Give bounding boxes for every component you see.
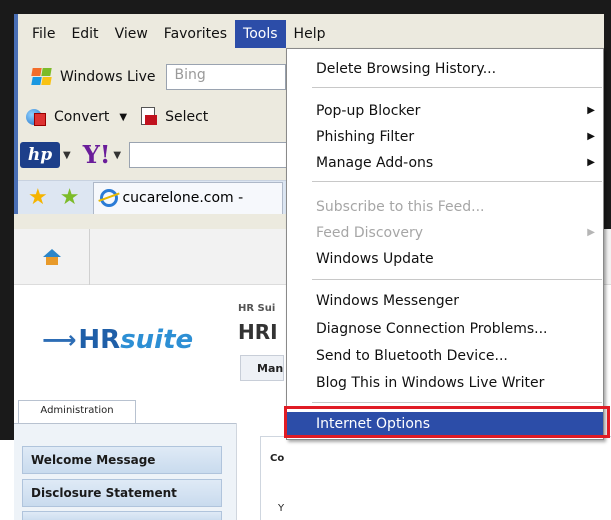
submenu-arrow-icon: ▶ <box>587 227 595 238</box>
hrsuite-logo: ⟶ HR suite <box>42 325 193 355</box>
convert-icon <box>26 107 48 127</box>
page-header-small: HR Sui <box>238 303 276 314</box>
menu-item-windows-update[interactable]: Windows Update <box>287 247 603 271</box>
content-heading: Co <box>270 453 285 464</box>
menu-item-popup-blocker[interactable]: Pop-up Blocker ▶ <box>287 99 603 123</box>
windows-live-label[interactable]: Windows Live <box>60 69 156 85</box>
select-button[interactable]: Select <box>165 109 208 125</box>
windows-live-toolbar: Windows Live Bing <box>18 60 286 94</box>
menu-item-feed-discovery: Feed Discovery ▶ <box>287 221 603 245</box>
chevron-down-icon[interactable]: ▼ <box>113 150 121 161</box>
menu-separator <box>312 279 602 280</box>
chevron-down-icon[interactable]: ▼ <box>63 150 71 161</box>
menu-item-phishing-filter[interactable]: Phishing Filter ▶ <box>287 125 603 149</box>
menu-help[interactable]: Help <box>286 20 334 48</box>
submenu-arrow-icon: ▶ <box>587 105 595 116</box>
tab-title: cucarelone.com - <box>122 190 244 206</box>
logo-suite-text: suite <box>120 325 194 355</box>
ie-page-icon <box>100 189 119 207</box>
submenu-arrow-icon: ▶ <box>587 157 595 168</box>
menu-separator <box>312 181 602 182</box>
home-button[interactable] <box>14 229 90 285</box>
tools-menu: Delete Browsing History... Pop-up Blocke… <box>286 48 604 440</box>
convert-button[interactable]: Convert <box>54 109 109 125</box>
menu-tools[interactable]: Tools <box>235 20 286 48</box>
window-frame-top <box>0 0 611 14</box>
menu-view[interactable]: View <box>107 20 156 48</box>
home-icon <box>42 249 61 265</box>
menu-item-subscribe-feed: Subscribe to this Feed... <box>316 199 485 215</box>
browser-tab[interactable]: cucarelone.com - <box>93 181 284 214</box>
menu-item-delete-browsing-history[interactable]: Delete Browsing History... <box>287 57 603 81</box>
panel-divider <box>236 423 237 520</box>
pdf-toolbar: Convert ▼ Select <box>18 100 208 134</box>
page-title: HRI <box>238 320 278 344</box>
manage-button[interactable]: Man <box>240 355 284 381</box>
menu-bar: File Edit View Favorites Tools Help <box>18 20 598 48</box>
tab-administration[interactable]: Administration <box>18 400 136 424</box>
windows-live-icon <box>31 68 54 86</box>
select-icon <box>139 107 159 127</box>
logo-arrow-icon: ⟶ <box>42 326 77 354</box>
menu-item-manage-add-ons[interactable]: Manage Add-ons ▶ <box>287 151 603 175</box>
menu-item-blog-this[interactable]: Blog This in Windows Live Writer <box>287 371 603 395</box>
menu-item-diagnose-connection[interactable]: Diagnose Connection Problems... <box>287 317 603 341</box>
menu-separator <box>312 87 602 88</box>
content-panel <box>260 436 611 520</box>
add-favorite-icon[interactable]: ★ <box>60 183 80 213</box>
content-text: Y <box>278 503 285 514</box>
window-frame-left <box>0 0 14 440</box>
menu-item-send-bluetooth[interactable]: Send to Bluetooth Device... <box>287 344 603 368</box>
menu-favorites[interactable]: Favorites <box>156 20 235 48</box>
favorites-star-icon[interactable]: ★ <box>28 183 48 213</box>
yahoo-logo-icon[interactable]: Y! <box>83 142 111 168</box>
hp-logo-icon[interactable]: hp <box>20 142 60 168</box>
highlight-annotation-box <box>284 406 610 438</box>
bing-search-input[interactable]: Bing <box>165 64 286 90</box>
logo-hr-text: HR <box>78 325 121 355</box>
submenu-arrow-icon: ▶ <box>587 131 595 142</box>
sidebar-item-disclosure-statement[interactable]: Disclosure Statement <box>22 479 222 507</box>
sidebar-item-partial[interactable] <box>22 511 222 520</box>
chevron-down-icon[interactable]: ▼ <box>119 112 127 123</box>
sidebar-item-welcome-message[interactable]: Welcome Message <box>22 446 222 474</box>
menu-separator <box>312 402 602 403</box>
menu-edit[interactable]: Edit <box>63 20 106 48</box>
menu-item-windows-messenger[interactable]: Windows Messenger <box>287 289 603 313</box>
menu-file[interactable]: File <box>18 20 63 48</box>
